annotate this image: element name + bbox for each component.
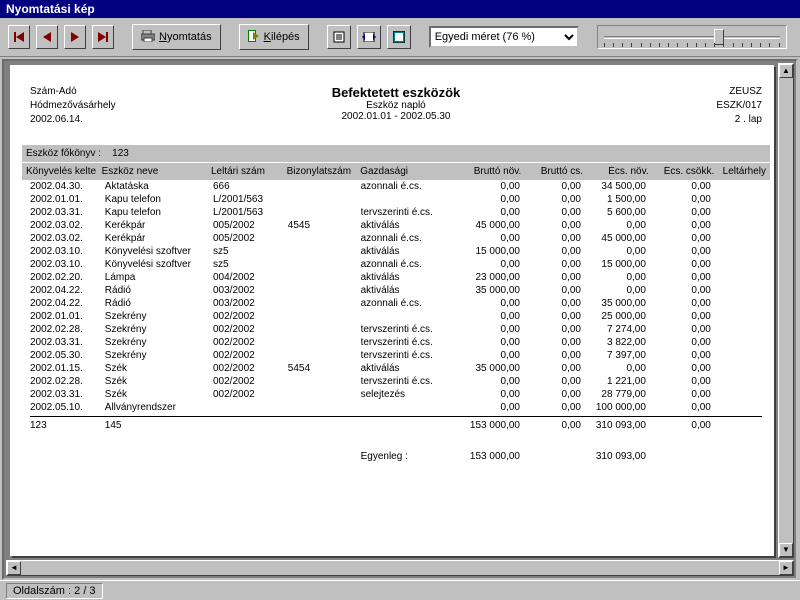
report-title: Befektetett eszközök [30, 85, 762, 100]
table-row: 2002.03.31.Szék002/2002selejtezés0,000,0… [30, 388, 762, 401]
report-period: 2002.01.01 - 2002.05.30 [30, 111, 762, 122]
view-fit-page-button[interactable] [387, 25, 411, 49]
vertical-scrollbar[interactable]: ▲▼ [778, 63, 794, 558]
table-row: 2002.03.02.Kerékpár005/2002azonnali é.cs… [30, 232, 762, 245]
table-row: 2002.04.22.Rádió003/2002aktiválás35 000,… [30, 284, 762, 297]
table-row: 2002.05.30.Szekrény002/2002tervszerinti … [30, 349, 762, 362]
table-row: 2002.03.31.Kapu telefonL/2001/563tervsze… [30, 206, 762, 219]
view-normal-button[interactable] [327, 25, 351, 49]
zoom-slider[interactable] [597, 25, 787, 49]
print-label: Nyomtatás [159, 31, 212, 43]
meta-block: ZEUSZ ESZK/017 2 . lap [716, 85, 762, 127]
preview-viewport: Szám-Adó Hódmezővásárhely 2002.06.14. Be… [2, 59, 798, 580]
horizontal-scrollbar[interactable]: ◄► [6, 560, 794, 576]
column-headers: Könyvelés kelte Eszköz neve Leltári szám… [22, 162, 770, 180]
table-row: 2002.04.22.Rádió003/2002azonnali é.cs.0,… [30, 297, 762, 310]
zoom-select[interactable]: Egyedi méret (76 %) [429, 26, 579, 48]
rows: 2002.04.30.Aktatáska666azonnali é.cs.0,0… [30, 180, 762, 414]
printer-icon [141, 30, 155, 45]
table-row: 2002.04.30.Aktatáska666azonnali é.cs.0,0… [30, 180, 762, 193]
next-page-button[interactable] [64, 25, 86, 49]
page-indicator: Oldalszám : 2 / 3 [6, 583, 103, 599]
statusbar: Oldalszám : 2 / 3 [0, 580, 800, 600]
report-page: Szám-Adó Hódmezővásárhely 2002.06.14. Be… [10, 65, 774, 556]
prev-page-button[interactable] [36, 25, 58, 49]
exit-button[interactable]: Kilépés [239, 24, 309, 50]
report-subtitle: Eszköz napló [30, 100, 762, 111]
table-row: 2002.03.10.Könyvelési szoftversz5azonnal… [30, 258, 762, 271]
totals-row: 123 145 153 000,00 0,00 310 093,00 0,00 [30, 416, 762, 432]
table-row: 2002.03.10.Könyvelési szoftversz5aktivál… [30, 245, 762, 258]
balance-row: Egyenleg : 153 000,00 310 093,00 [30, 450, 762, 463]
table-row: 2002.01.01.Szekrény002/20020,000,0025 00… [30, 310, 762, 323]
table-row: 2002.03.02.Kerékpár005/20024545aktiválás… [30, 219, 762, 232]
toolbar: Nyomtatás Kilépés Egyedi méret (76 %) [0, 18, 800, 57]
window-title: Nyomtatási kép [0, 0, 800, 18]
title-block: Befektetett eszközök Eszköz napló 2002.0… [30, 85, 762, 122]
view-fit-width-button[interactable] [357, 25, 381, 49]
table-row: 2002.03.31.Szekrény002/2002tervszerinti … [30, 336, 762, 349]
table-row: 2002.02.28.Szekrény002/2002tervszerinti … [30, 323, 762, 336]
table-row: 2002.02.20.Lámpa004/2002aktiválás23 000,… [30, 271, 762, 284]
exit-label: Kilépés [264, 31, 300, 43]
print-button[interactable]: Nyomtatás [132, 24, 221, 50]
exit-icon [248, 30, 260, 45]
table-row: 2002.01.15.Szék002/20025454aktiválás35 0… [30, 362, 762, 375]
ledger-bar: Eszköz főkönyv : 123 [22, 145, 770, 162]
last-page-button[interactable] [92, 25, 114, 49]
first-page-button[interactable] [8, 25, 30, 49]
table-row: 2002.02.28.Szék002/2002tervszerinti é.cs… [30, 375, 762, 388]
table-row: 2002.01.01.Kapu telefonL/2001/5630,000,0… [30, 193, 762, 206]
table-row: 2002.05.10.Állványrendszer0,000,00100 00… [30, 401, 762, 414]
